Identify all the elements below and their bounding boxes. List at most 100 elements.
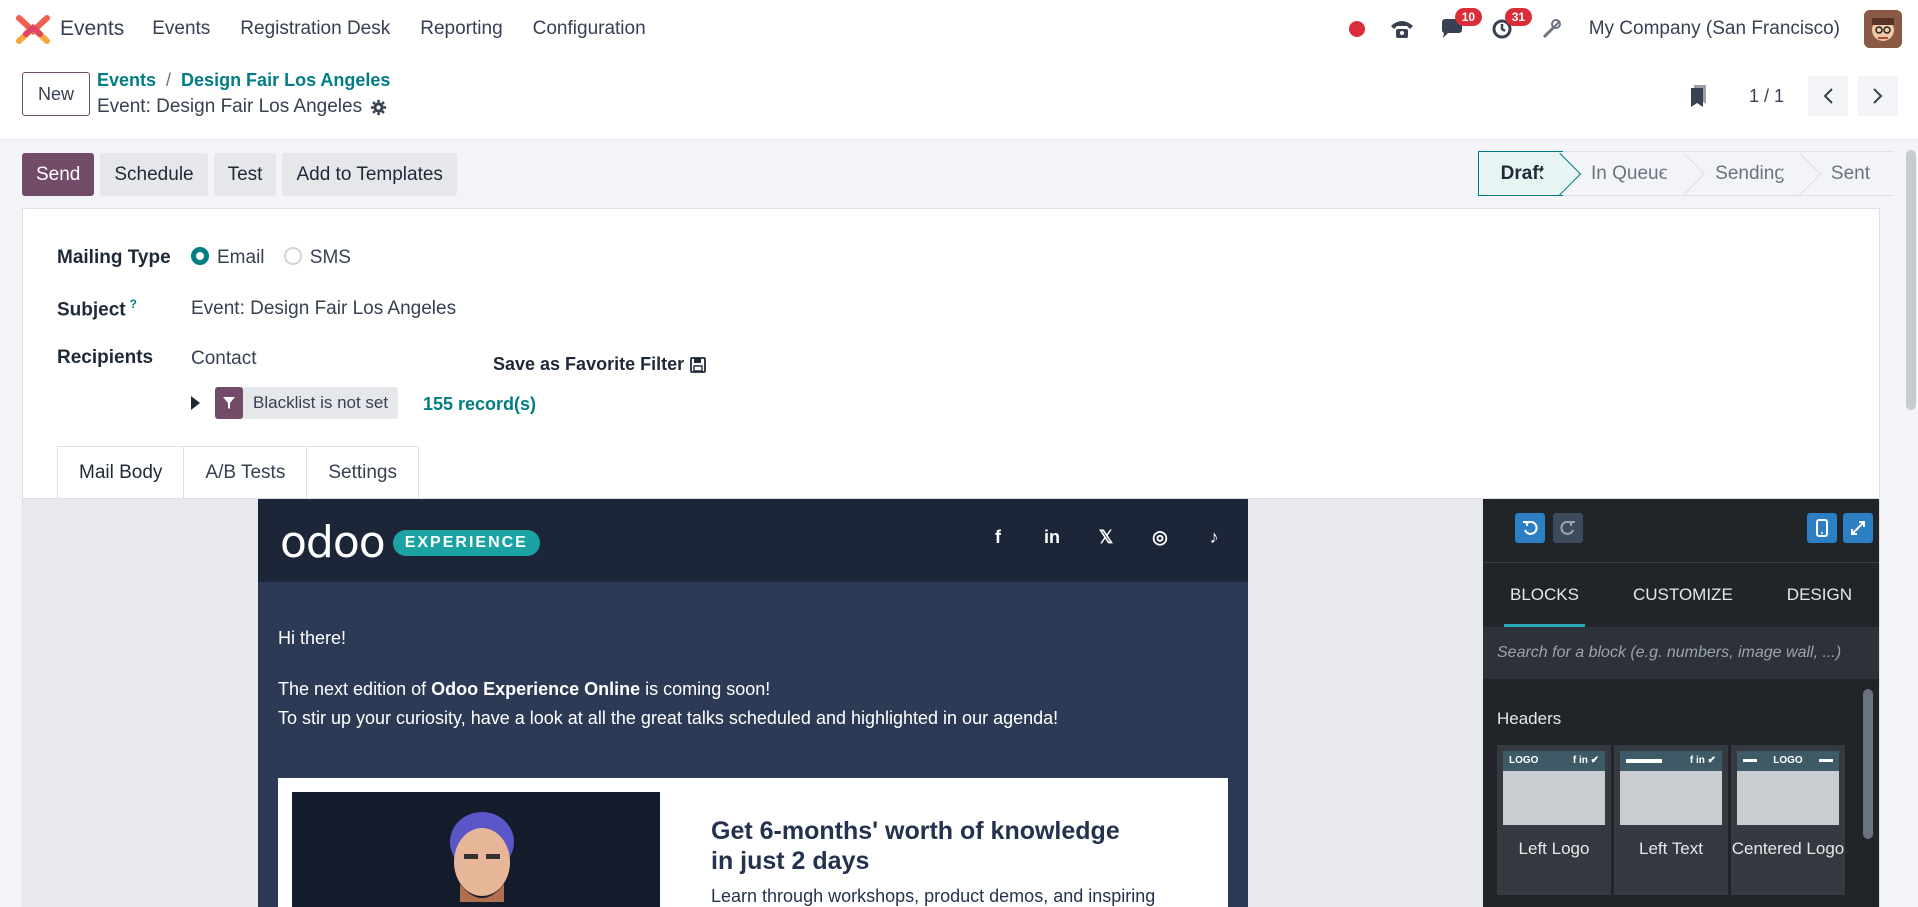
snippet-left-logo[interactable]: LOGO f in ✔ Left Logo	[1497, 745, 1611, 895]
record-title-row: Event: Design Fair Los Angeles	[97, 96, 387, 118]
mail-line1: The next edition of Odoo Experience Onli…	[278, 675, 1058, 704]
add-to-templates-button[interactable]: Add to Templates	[282, 153, 457, 196]
save-favorite-filter-button[interactable]: Save as Favorite Filter	[493, 354, 706, 375]
page-scrollbar[interactable]	[1906, 150, 1916, 410]
new-button[interactable]: New	[22, 72, 90, 116]
card-title: Get 6-months' worth of knowledge in just…	[711, 816, 1131, 876]
preview-social-text: f in ✔	[1689, 755, 1716, 766]
pager-value[interactable]: 1 / 1	[1749, 86, 1784, 107]
gear-icon[interactable]	[370, 99, 387, 116]
mail-line2: To stir up your curiosity, have a look a…	[278, 708, 1059, 728]
pager: 1 / 1	[1689, 76, 1898, 116]
tab-blocks[interactable]: BLOCKS	[1504, 585, 1585, 627]
record-count-link[interactable]: 155 record(s)	[423, 394, 536, 415]
snippet-preview: f in ✔	[1620, 751, 1722, 825]
mail-header: odoo EXPERIENCE f in 𝕏 ◎ ♪	[258, 499, 1248, 582]
schedule-button[interactable]: Schedule	[100, 153, 208, 196]
snippet-centered-logo[interactable]: LOGO Centered Logo	[1731, 745, 1845, 895]
undo-button[interactable]	[1515, 513, 1545, 543]
card-title-line2: in just 2 days	[711, 847, 870, 875]
menu-events[interactable]: Events	[152, 18, 210, 40]
stage-sent-label: Sent	[1830, 162, 1870, 184]
fullscreen-button[interactable]	[1843, 513, 1873, 543]
activities-icon[interactable]: 31	[1489, 8, 1533, 42]
snippet-list: Headers LOGO f in ✔ Left Logo f in ✔ Left…	[1483, 679, 1879, 907]
facebook-icon[interactable]: f	[988, 527, 1008, 548]
mobile-preview-button[interactable]	[1807, 513, 1837, 543]
domain-filter-tag[interactable]: Blacklist is not set	[215, 387, 399, 419]
mail-greeting: Hi there!	[278, 628, 347, 648]
menu-reporting[interactable]: Reporting	[420, 18, 502, 40]
test-button[interactable]: Test	[213, 153, 277, 196]
subject-label-row: Subject?	[57, 297, 137, 321]
app-name: Events	[60, 17, 125, 40]
mobile-icon	[1816, 519, 1828, 537]
mailing-type-label: Mailing Type	[57, 247, 171, 268]
tab-settings[interactable]: Settings	[306, 446, 419, 498]
chevron-right-icon	[1873, 88, 1883, 104]
redo-button[interactable]	[1553, 513, 1583, 543]
status-bar: Draft In Queue Sending Sent	[1477, 151, 1894, 196]
radio-sms-label[interactable]: SMS	[310, 247, 351, 268]
send-button[interactable]: Send	[22, 153, 95, 196]
expand-caret-icon[interactable]	[191, 396, 200, 410]
snippet-left-text[interactable]: f in ✔ Left Text	[1614, 745, 1728, 895]
editor-toolbar	[1483, 499, 1879, 563]
tab-customize[interactable]: CUSTOMIZE	[1627, 585, 1739, 605]
top-navbar: Events Events Registration Desk Reportin…	[0, 0, 1918, 58]
snippet-label: Left Logo	[1518, 839, 1590, 858]
snippet-scrollbar[interactable]	[1863, 689, 1873, 839]
preview-bar: LOGO f in ✔	[1503, 751, 1605, 771]
form-sheet: Mailing Type Email SMS Subject? Event: D…	[22, 208, 1880, 907]
mail-content-card: Get 6-months' worth of knowledge in just…	[278, 778, 1228, 907]
social-links: f in 𝕏 ◎ ♪	[988, 527, 1224, 548]
tiktok-icon[interactable]: ♪	[1204, 527, 1224, 548]
undo-icon	[1523, 520, 1538, 535]
tab-mail-body[interactable]: Mail Body	[57, 446, 185, 499]
mailing-type-radio-group: Email SMS	[191, 246, 351, 269]
recipients-select[interactable]: Contact	[191, 348, 256, 370]
pager-previous-button[interactable]	[1808, 76, 1848, 116]
app-brand[interactable]: Events	[16, 14, 124, 44]
preview-social-text: f in ✔	[1572, 755, 1599, 766]
mail-preview[interactable]: odoo EXPERIENCE f in 𝕏 ◎ ♪ Hi there! The…	[258, 499, 1248, 907]
snippet-panel: BLOCKS CUSTOMIZE DESIGN Search for a blo…	[1483, 499, 1879, 907]
preview-bar: LOGO	[1737, 751, 1839, 771]
radio-email[interactable]	[191, 246, 209, 265]
subject-field[interactable]: Event: Design Fair Los Angeles	[191, 298, 456, 320]
tab-ab-tests[interactable]: A/B Tests	[183, 446, 308, 498]
pager-next-button[interactable]	[1858, 76, 1898, 116]
control-panel: New Events / Design Fair Los Angeles Event…	[0, 58, 1918, 140]
radio-sms[interactable]	[283, 246, 302, 265]
instagram-icon[interactable]: ◎	[1150, 527, 1170, 548]
block-search-input[interactable]: Search for a block (e.g. numbers, image …	[1483, 627, 1879, 679]
bookmark-icon[interactable]	[1689, 84, 1709, 108]
snippet-label: Left Text	[1639, 839, 1703, 858]
messages-badge: 10	[1454, 8, 1483, 26]
help-tooltip-icon[interactable]: ?	[130, 297, 137, 311]
category-headers: Headers	[1497, 709, 1562, 728]
stage-draft[interactable]: Draft	[1477, 151, 1582, 196]
preview-logo-text: LOGO	[1509, 755, 1539, 766]
linkedin-icon[interactable]: in	[1042, 527, 1062, 548]
radio-email-label[interactable]: Email	[217, 247, 265, 268]
chevron-left-icon	[1823, 88, 1833, 104]
snippet-label: Centered Logo	[1731, 839, 1845, 858]
company-switcher[interactable]: My Company (San Francisco)	[1589, 18, 1840, 40]
debug-tools-icon[interactable]	[1539, 16, 1565, 42]
x-twitter-icon[interactable]: 𝕏	[1096, 527, 1116, 548]
breadcrumb-events[interactable]: Events	[97, 70, 156, 90]
messages-icon[interactable]: 10	[1439, 8, 1483, 42]
mail-intro: Hi there! The next edition of Odoo Exper…	[278, 624, 1058, 733]
menu-configuration[interactable]: Configuration	[533, 18, 646, 40]
tab-design[interactable]: DESIGN	[1781, 585, 1858, 605]
phone-icon[interactable]	[1389, 16, 1415, 42]
user-avatar[interactable]	[1864, 10, 1902, 48]
activities-badge: 31	[1504, 8, 1533, 26]
form-actions: Send Schedule Test Add to Templates	[22, 153, 457, 196]
breadcrumb-separator: /	[166, 70, 172, 90]
mail-editor: odoo EXPERIENCE f in 𝕏 ◎ ♪ Hi there! The…	[23, 498, 1879, 907]
breadcrumb-event[interactable]: Design Fair Los Angeles	[181, 70, 390, 90]
record-dot-icon[interactable]	[1348, 21, 1365, 37]
menu-registration-desk[interactable]: Registration Desk	[240, 18, 390, 40]
